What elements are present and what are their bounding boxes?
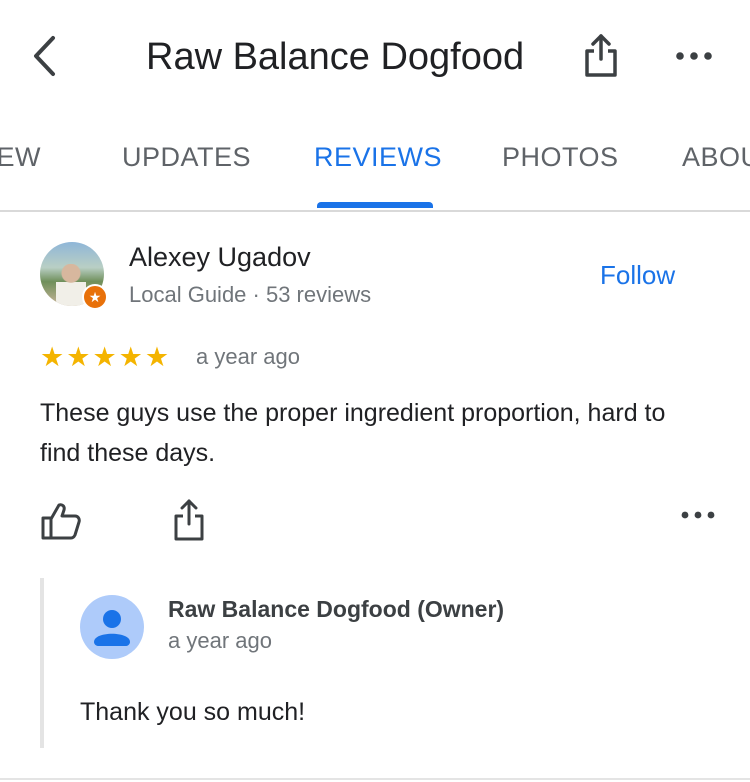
tab-updates[interactable]: UPDATES — [122, 142, 251, 173]
reviewer-name[interactable]: Alexey Ugadov — [129, 242, 311, 273]
owner-reply-text: Thank you so much! — [80, 698, 306, 726]
owner-avatar — [80, 595, 144, 659]
chevron-left-icon — [34, 36, 55, 76]
local-guide-badge-icon: ★ — [82, 284, 108, 310]
star-icon: ★ — [92, 342, 117, 372]
tab-photos[interactable]: PHOTOS — [502, 142, 619, 173]
review-time: a year ago — [196, 344, 300, 369]
reviewer-avatar[interactable]: ★ — [40, 242, 108, 310]
star-icon: ★ — [144, 342, 170, 372]
star-icon: ★ — [118, 342, 143, 372]
review-text: These guys use the proper ingredient pro… — [40, 399, 666, 467]
share-icon — [585, 34, 617, 77]
star-rating: ★ ★ ★ ★ ★ — [40, 342, 169, 372]
more-horizontal-icon — [676, 52, 712, 60]
divider — [0, 778, 750, 780]
tab-overview[interactable]: VIEW — [0, 142, 41, 173]
page-title: Raw Balance Dogfood — [146, 36, 525, 78]
active-tab-indicator — [317, 202, 433, 208]
star-icon: ★ — [40, 342, 65, 372]
review-more-options-button[interactable] — [680, 508, 724, 536]
owner-reply-time: a year ago — [168, 628, 272, 653]
follow-button[interactable]: Follow — [600, 260, 675, 291]
more-horizontal-icon — [681, 511, 715, 519]
place-reviews-screen: Raw Balance Dogfood VIEW UPDATES REVIEWS… — [0, 0, 750, 782]
owner-reply: Raw Balance Dogfood (Owner) a year ago T… — [40, 578, 724, 748]
tab-reviews[interactable]: REVIEWS — [314, 142, 442, 173]
share-icon — [174, 499, 204, 541]
review-share-button[interactable] — [172, 498, 206, 542]
owner-name: Raw Balance Dogfood (Owner) — [168, 596, 505, 622]
more-options-button[interactable] — [668, 36, 720, 76]
person-icon — [94, 610, 130, 646]
star-icon: ★ — [66, 342, 91, 372]
like-button[interactable] — [40, 500, 82, 542]
tab-bar: VIEW UPDATES REVIEWS PHOTOS ABOUT — [0, 112, 750, 212]
thumbs-up-icon — [41, 503, 81, 540]
back-button[interactable] — [22, 30, 66, 82]
tab-about[interactable]: ABOUT — [682, 142, 750, 173]
reviewer-meta: Local Guide · 53 reviews — [129, 282, 372, 307]
header: Raw Balance Dogfood — [0, 0, 750, 112]
share-button[interactable] — [578, 28, 624, 82]
